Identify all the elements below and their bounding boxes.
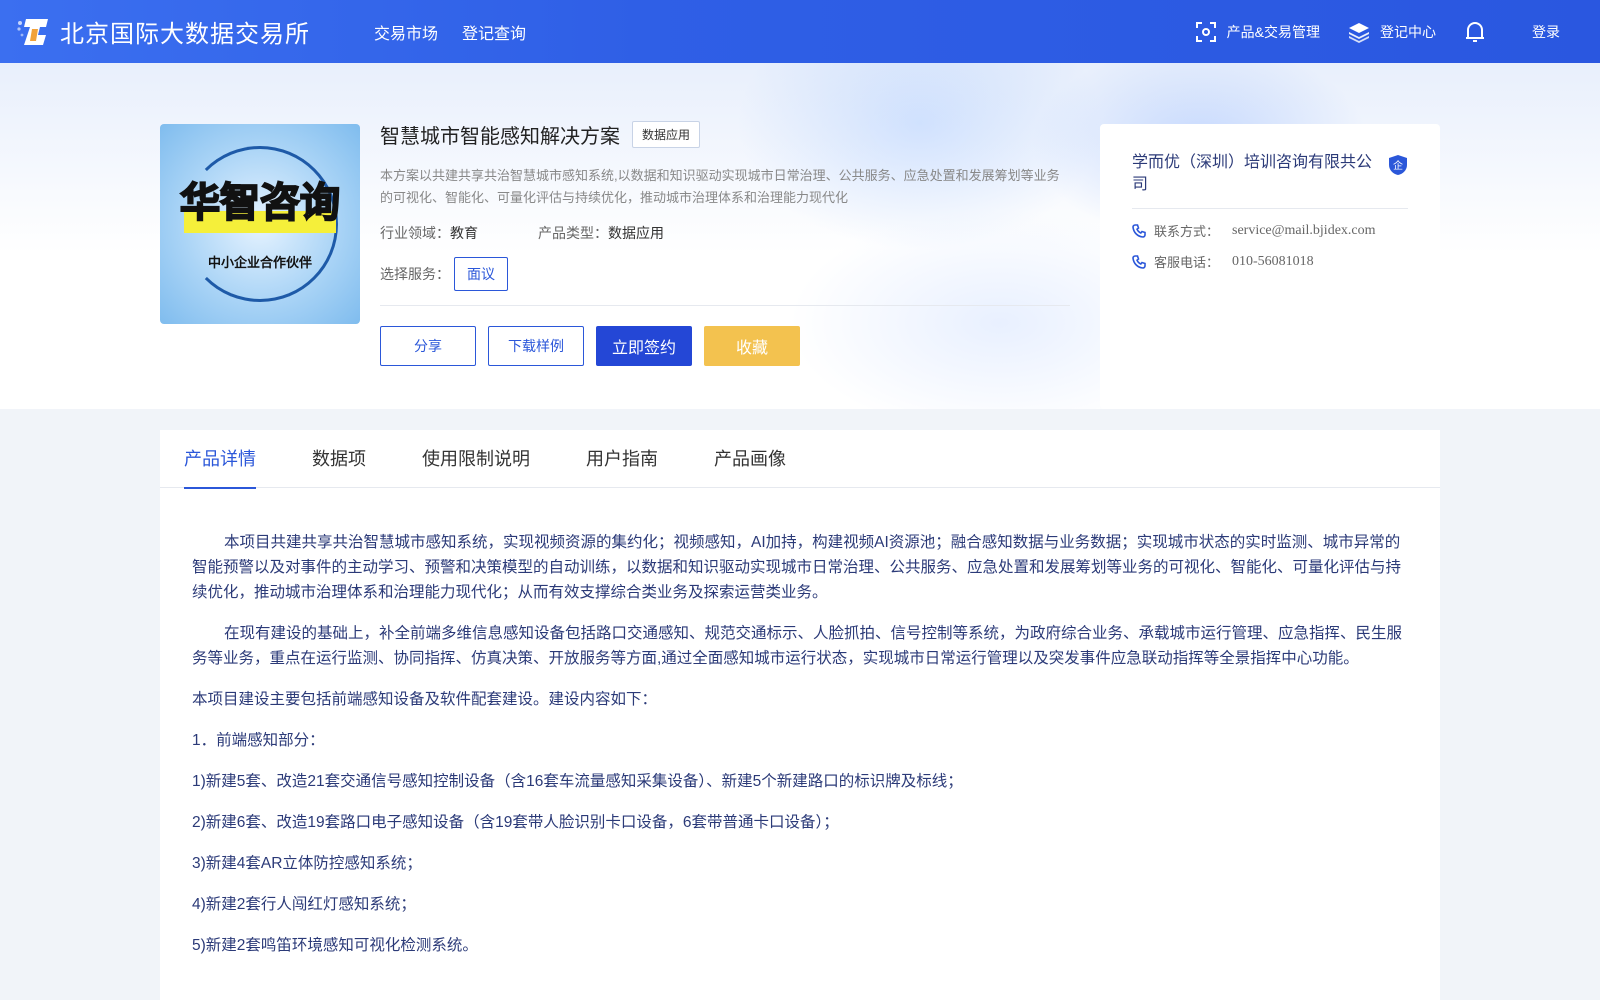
service-option-negotiable[interactable]: 面议 — [454, 257, 508, 291]
layers-icon — [1349, 22, 1369, 43]
product-trade-management-label: 产品&交易管理 — [1226, 23, 1320, 40]
detail-paragraph: 1．前端感知部分： — [192, 732, 325, 749]
tab-user-guide[interactable]: 用户指南 — [586, 430, 658, 488]
phone-number[interactable]: 010-56081018 — [1232, 254, 1314, 270]
registration-center-label: 登记中心 — [1380, 23, 1436, 40]
notification-button[interactable] — [1464, 20, 1496, 44]
tab-product-portrait[interactable]: 产品画像 — [714, 430, 786, 488]
bjidex-logo-icon — [17, 18, 48, 45]
product-detail-panel: 产品详情 数据项 使用限制说明 用户指南 产品画像 本项目共建共享共治智慧城市感… — [160, 430, 1440, 1000]
main-nav: 交易市场 登记查询 — [374, 20, 550, 44]
company-name[interactable]: 学而优（深圳）培训咨询有限共公司 — [1132, 152, 1377, 196]
registration-center-link[interactable]: 登记中心 — [1348, 21, 1436, 43]
detail-paragraph: 本项目建设主要包括前端感知设备及软件配套建设。建设内容如下： — [192, 691, 658, 708]
product-summary-section: 华智咨询 中小企业合作伙伴 智慧城市智能感知解决方案 数据应用 本方案以共建共享… — [0, 63, 1600, 409]
product-image-subtext: 中小企业合作伙伴 — [207, 255, 312, 270]
contact-email[interactable]: service@mail.bjidex.com — [1232, 223, 1376, 239]
detail-paragraph: 5)新建2套鸣笛环境感知可视化检测系统。 — [192, 937, 478, 954]
tab-data-items[interactable]: 数据项 — [312, 430, 366, 488]
phone-icon — [1132, 223, 1146, 238]
industry-value: 教育 — [450, 225, 478, 241]
phone-label: 客服电话： — [1154, 255, 1220, 270]
detail-paragraph: 4)新建2套行人闯红灯感知系统； — [192, 896, 416, 913]
top-navigation-bar: 北京国际大数据交易所 交易市场 登记查询 产品&交易管理 登记中心 登录 — [0, 0, 1600, 63]
contact-phone-row: 客服电话： 010-56081018 — [1132, 252, 1408, 271]
header-tools: 产品&交易管理 登记中心 登录 — [1167, 20, 1560, 44]
bell-icon — [1466, 21, 1484, 42]
scan-frame-icon — [1195, 21, 1216, 42]
detail-paragraph: 1)新建5套、改造21套交通信号感知控制设备（含16套车流量感知采集设备）、新建… — [192, 773, 963, 790]
company-header: 学而优（深圳）培训咨询有限共公司 企 — [1132, 152, 1408, 209]
service-label: 选择服务： — [380, 266, 450, 282]
detail-paragraph: 在现有建设的基础上，补全前端多维信息感知设备包括路口交通感知、规范交通标示、人脸… — [192, 625, 1403, 667]
enterprise-verified-icon: 企 — [1389, 155, 1407, 175]
product-title: 智慧城市智能感知解决方案 — [380, 126, 620, 148]
product-description: 本方案以共建共享共治智慧城市感知系统,以数据和知识驱动实现城市日常治理、公共服务… — [380, 168, 1060, 205]
tab-usage-restrictions[interactable]: 使用限制说明 — [422, 430, 530, 488]
product-title-row: 智慧城市智能感知解决方案 数据应用 — [380, 120, 1070, 149]
product-info: 智慧城市智能感知解决方案 数据应用 本方案以共建共享共治智慧城市感知系统,以数据… — [380, 120, 1070, 366]
tab-product-details[interactable]: 产品详情 — [184, 430, 256, 489]
product-type-label: 产品类型： — [538, 225, 608, 241]
sign-now-button[interactable]: 立即签约 — [596, 326, 692, 366]
product-image: 华智咨询 中小企业合作伙伴 — [160, 124, 360, 324]
login-link[interactable]: 登录 — [1532, 22, 1560, 42]
meta-spacer — [478, 223, 538, 243]
product-meta: 行业领域： 教育 产品类型： 数据应用 — [380, 223, 1070, 243]
industry-label: 行业领域： — [380, 225, 450, 241]
product-detail-body: 本项目共建共享共治智慧城市感知系统，实现视频资源的集约化；视频感知，AI加持，构… — [160, 488, 1440, 958]
product-type-value: 数据应用 — [608, 225, 664, 241]
detail-paragraph: 3)新建4套AR立体防控感知系统； — [192, 855, 422, 872]
detail-paragraph: 本项目共建共享共治智慧城市感知系统，实现视频资源的集约化；视频感知，AI加持，构… — [192, 534, 1402, 601]
product-tag: 数据应用 — [632, 121, 701, 148]
detail-tabs: 产品详情 数据项 使用限制说明 用户指南 产品画像 — [160, 430, 1440, 489]
company-card: 学而优（深圳）培训咨询有限共公司 企 联系方式： service@mail.bj… — [1100, 124, 1440, 409]
nav-registration-query[interactable]: 登记查询 — [462, 20, 526, 44]
phone-icon — [1132, 254, 1146, 269]
enterprise-badge-text: 企 — [1393, 159, 1403, 172]
site-name: 北京国际大数据交易所 — [60, 21, 310, 48]
action-buttons: 分享 下载样例 立即签约 收藏 — [380, 326, 1070, 366]
product-trade-management-link[interactable]: 产品&交易管理 — [1195, 21, 1320, 43]
contact-label: 联系方式： — [1154, 224, 1220, 239]
product-image-text: 华智咨询 — [179, 179, 341, 227]
info-divider — [380, 305, 1070, 306]
contact-email-row: 联系方式： service@mail.bjidex.com — [1132, 221, 1408, 240]
share-button[interactable]: 分享 — [380, 326, 476, 366]
favorite-button[interactable]: 收藏 — [704, 326, 800, 366]
download-sample-button[interactable]: 下载样例 — [488, 326, 584, 366]
site-logo[interactable]: 北京国际大数据交易所 — [16, 14, 310, 49]
detail-paragraph: 2)新建6套、改造19套路口电子感知设备（含19套带人脸识别卡口设备，6套带普通… — [192, 814, 839, 831]
service-selector: 选择服务： 面议 — [380, 257, 1070, 291]
nav-trading-market[interactable]: 交易市场 — [374, 20, 438, 44]
